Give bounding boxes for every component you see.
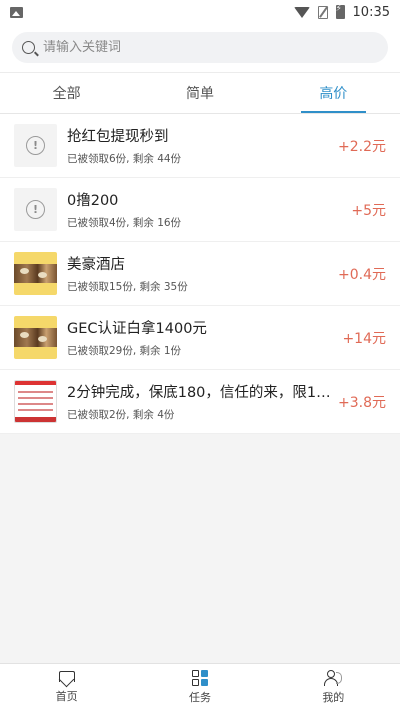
task-row[interactable]: ! 抢红包提现秒到 已被领取6份, 剩余 44份 +2.2元	[0, 114, 400, 178]
task-meta: 已被领取4份, 剩余 16份	[67, 217, 182, 229]
search-bar	[0, 24, 400, 72]
task-title: 抢红包提现秒到	[67, 129, 169, 145]
alert-placeholder-icon: !	[26, 200, 45, 219]
task-title: GEC认证白拿1400元	[67, 321, 207, 337]
task-thumbnail-screenshot-image	[14, 380, 57, 423]
task-thumbnail-food-image	[14, 252, 57, 295]
wifi-icon	[293, 6, 310, 18]
nav-tasks[interactable]: 任务	[133, 664, 266, 711]
no-sim-icon	[317, 5, 328, 19]
nav-profile[interactable]: 我的	[267, 664, 400, 711]
task-grid-icon	[191, 670, 208, 686]
task-reward: +3.8元	[338, 394, 386, 411]
task-meta: 已被领取15份, 剩余 35份	[67, 281, 188, 293]
status-bar: 10:35	[0, 0, 400, 24]
task-row[interactable]: GEC认证白拿1400元 已被领取29份, 剩余 1份 +14元	[0, 306, 400, 370]
task-meta: 已被领取2份, 剩余 4份	[67, 409, 175, 421]
search-input[interactable]	[43, 40, 343, 55]
task-meta: 已被领取6份, 剩余 44份	[67, 153, 182, 165]
task-row[interactable]: 美豪酒店 已被领取15份, 剩余 35份 +0.4元	[0, 242, 400, 306]
search-box[interactable]	[12, 32, 388, 63]
task-reward: +0.4元	[338, 266, 386, 283]
battery-charging-icon	[335, 4, 345, 19]
profile-icon	[324, 670, 343, 686]
task-title: 0撸200	[67, 193, 119, 209]
nav-tasks-label: 任务	[188, 691, 211, 704]
task-reward: +5元	[351, 202, 386, 219]
bottom-nav: 首页 任务 我的	[0, 663, 400, 711]
task-reward: +14元	[342, 330, 386, 347]
nav-home-label: 首页	[55, 690, 78, 703]
category-tabs: 全部 简单 高价	[0, 72, 400, 114]
tab-high-price[interactable]: 高价	[267, 73, 400, 113]
task-meta: 已被领取29份, 剩余 1份	[67, 345, 182, 357]
task-row[interactable]: 2分钟完成，保底180，信任的来，限10... 已被领取2份, 剩余 4份 +3…	[0, 370, 400, 434]
gallery-notification-icon	[10, 6, 23, 18]
task-reward: +2.2元	[338, 138, 386, 155]
nav-profile-label: 我的	[322, 691, 345, 704]
status-time: 10:35	[352, 4, 390, 20]
task-thumbnail: !	[14, 124, 57, 167]
task-title: 2分钟完成，保底180，信任的来，限10...	[67, 385, 332, 401]
tab-simple[interactable]: 简单	[133, 73, 266, 113]
tab-all[interactable]: 全部	[0, 73, 133, 113]
home-icon	[58, 671, 75, 685]
nav-home[interactable]: 首页	[0, 664, 133, 711]
search-icon	[22, 41, 35, 54]
task-title: 美豪酒店	[67, 257, 125, 273]
task-list: ! 抢红包提现秒到 已被领取6份, 剩余 44份 +2.2元 ! 0撸200 已…	[0, 114, 400, 434]
alert-placeholder-icon: !	[26, 136, 45, 155]
task-thumbnail: !	[14, 188, 57, 231]
task-row[interactable]: ! 0撸200 已被领取4份, 剩余 16份 +5元	[0, 178, 400, 242]
task-thumbnail-food-image	[14, 316, 57, 359]
